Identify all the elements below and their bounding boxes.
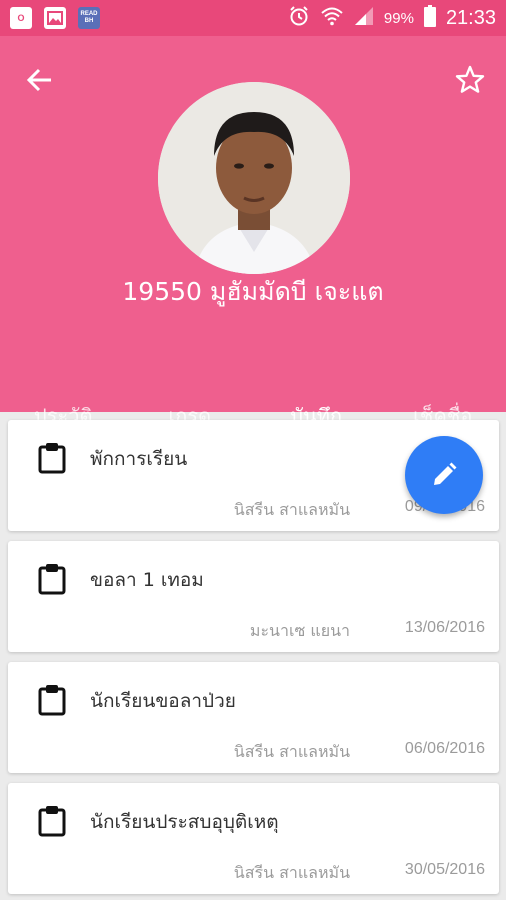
note-card[interactable]: นักเรียนขอลาป่วย นิสรีน สาแลหมัน 06/06/2… xyxy=(8,662,499,773)
note-title: นักเรียนประสบอุบุติเหตุ xyxy=(90,811,279,833)
battery-icon xyxy=(423,4,436,32)
note-card[interactable]: นักเรียนประสบอุบุติเหตุ นิสรีน สาแลหมัน … xyxy=(8,783,499,894)
note-author: นิสรีน สาแลหมัน xyxy=(233,863,350,882)
note-date: 13/06/2016 xyxy=(404,619,485,636)
clipboard-icon xyxy=(38,443,66,474)
favorite-button[interactable] xyxy=(452,62,488,98)
clipboard-icon xyxy=(38,685,66,716)
signal-icon xyxy=(354,6,374,31)
alarm-icon xyxy=(288,5,310,32)
note-date: 30/05/2016 xyxy=(404,861,485,878)
wifi-icon xyxy=(320,6,344,31)
back-button[interactable] xyxy=(22,62,58,98)
add-note-button[interactable] xyxy=(405,436,483,514)
student-name: 19550 มูฮัมมัดบี เจะแต xyxy=(122,277,384,306)
outlook-icon: O xyxy=(10,7,32,29)
clock: 21:33 xyxy=(445,6,496,29)
battery-percent: 99% xyxy=(383,9,414,27)
star-outline-icon xyxy=(455,65,485,93)
note-title: พักการเรียน xyxy=(90,448,188,470)
clipboard-icon xyxy=(38,564,66,595)
gallery-icon xyxy=(44,7,66,29)
status-bar: O READ BH 99% 21:33 xyxy=(0,0,506,36)
profile-header: 19550 มูฮัมมัดบี เจะแต ประวัติ เกรด บันท… xyxy=(0,36,506,448)
pencil-icon xyxy=(434,462,457,485)
note-author: นิสรีน สาแลหมัน xyxy=(233,742,350,761)
note-card[interactable]: ขอลา 1 เทอม มะนาเซ แยนา 13/06/2016 xyxy=(8,541,499,652)
note-title: ขอลา 1 เทอม xyxy=(90,569,204,591)
student-avatar xyxy=(158,82,350,274)
arrow-back-icon xyxy=(26,68,51,92)
note-author: นิสรีน สาแลหมัน xyxy=(233,500,350,519)
note-title: นักเรียนขอลาป่วย xyxy=(90,690,236,712)
note-author: มะนาเซ แยนา xyxy=(249,621,350,640)
clipboard-icon xyxy=(38,806,66,837)
note-date: 06/06/2016 xyxy=(404,740,485,757)
read-app-icon: READ BH xyxy=(78,7,100,29)
